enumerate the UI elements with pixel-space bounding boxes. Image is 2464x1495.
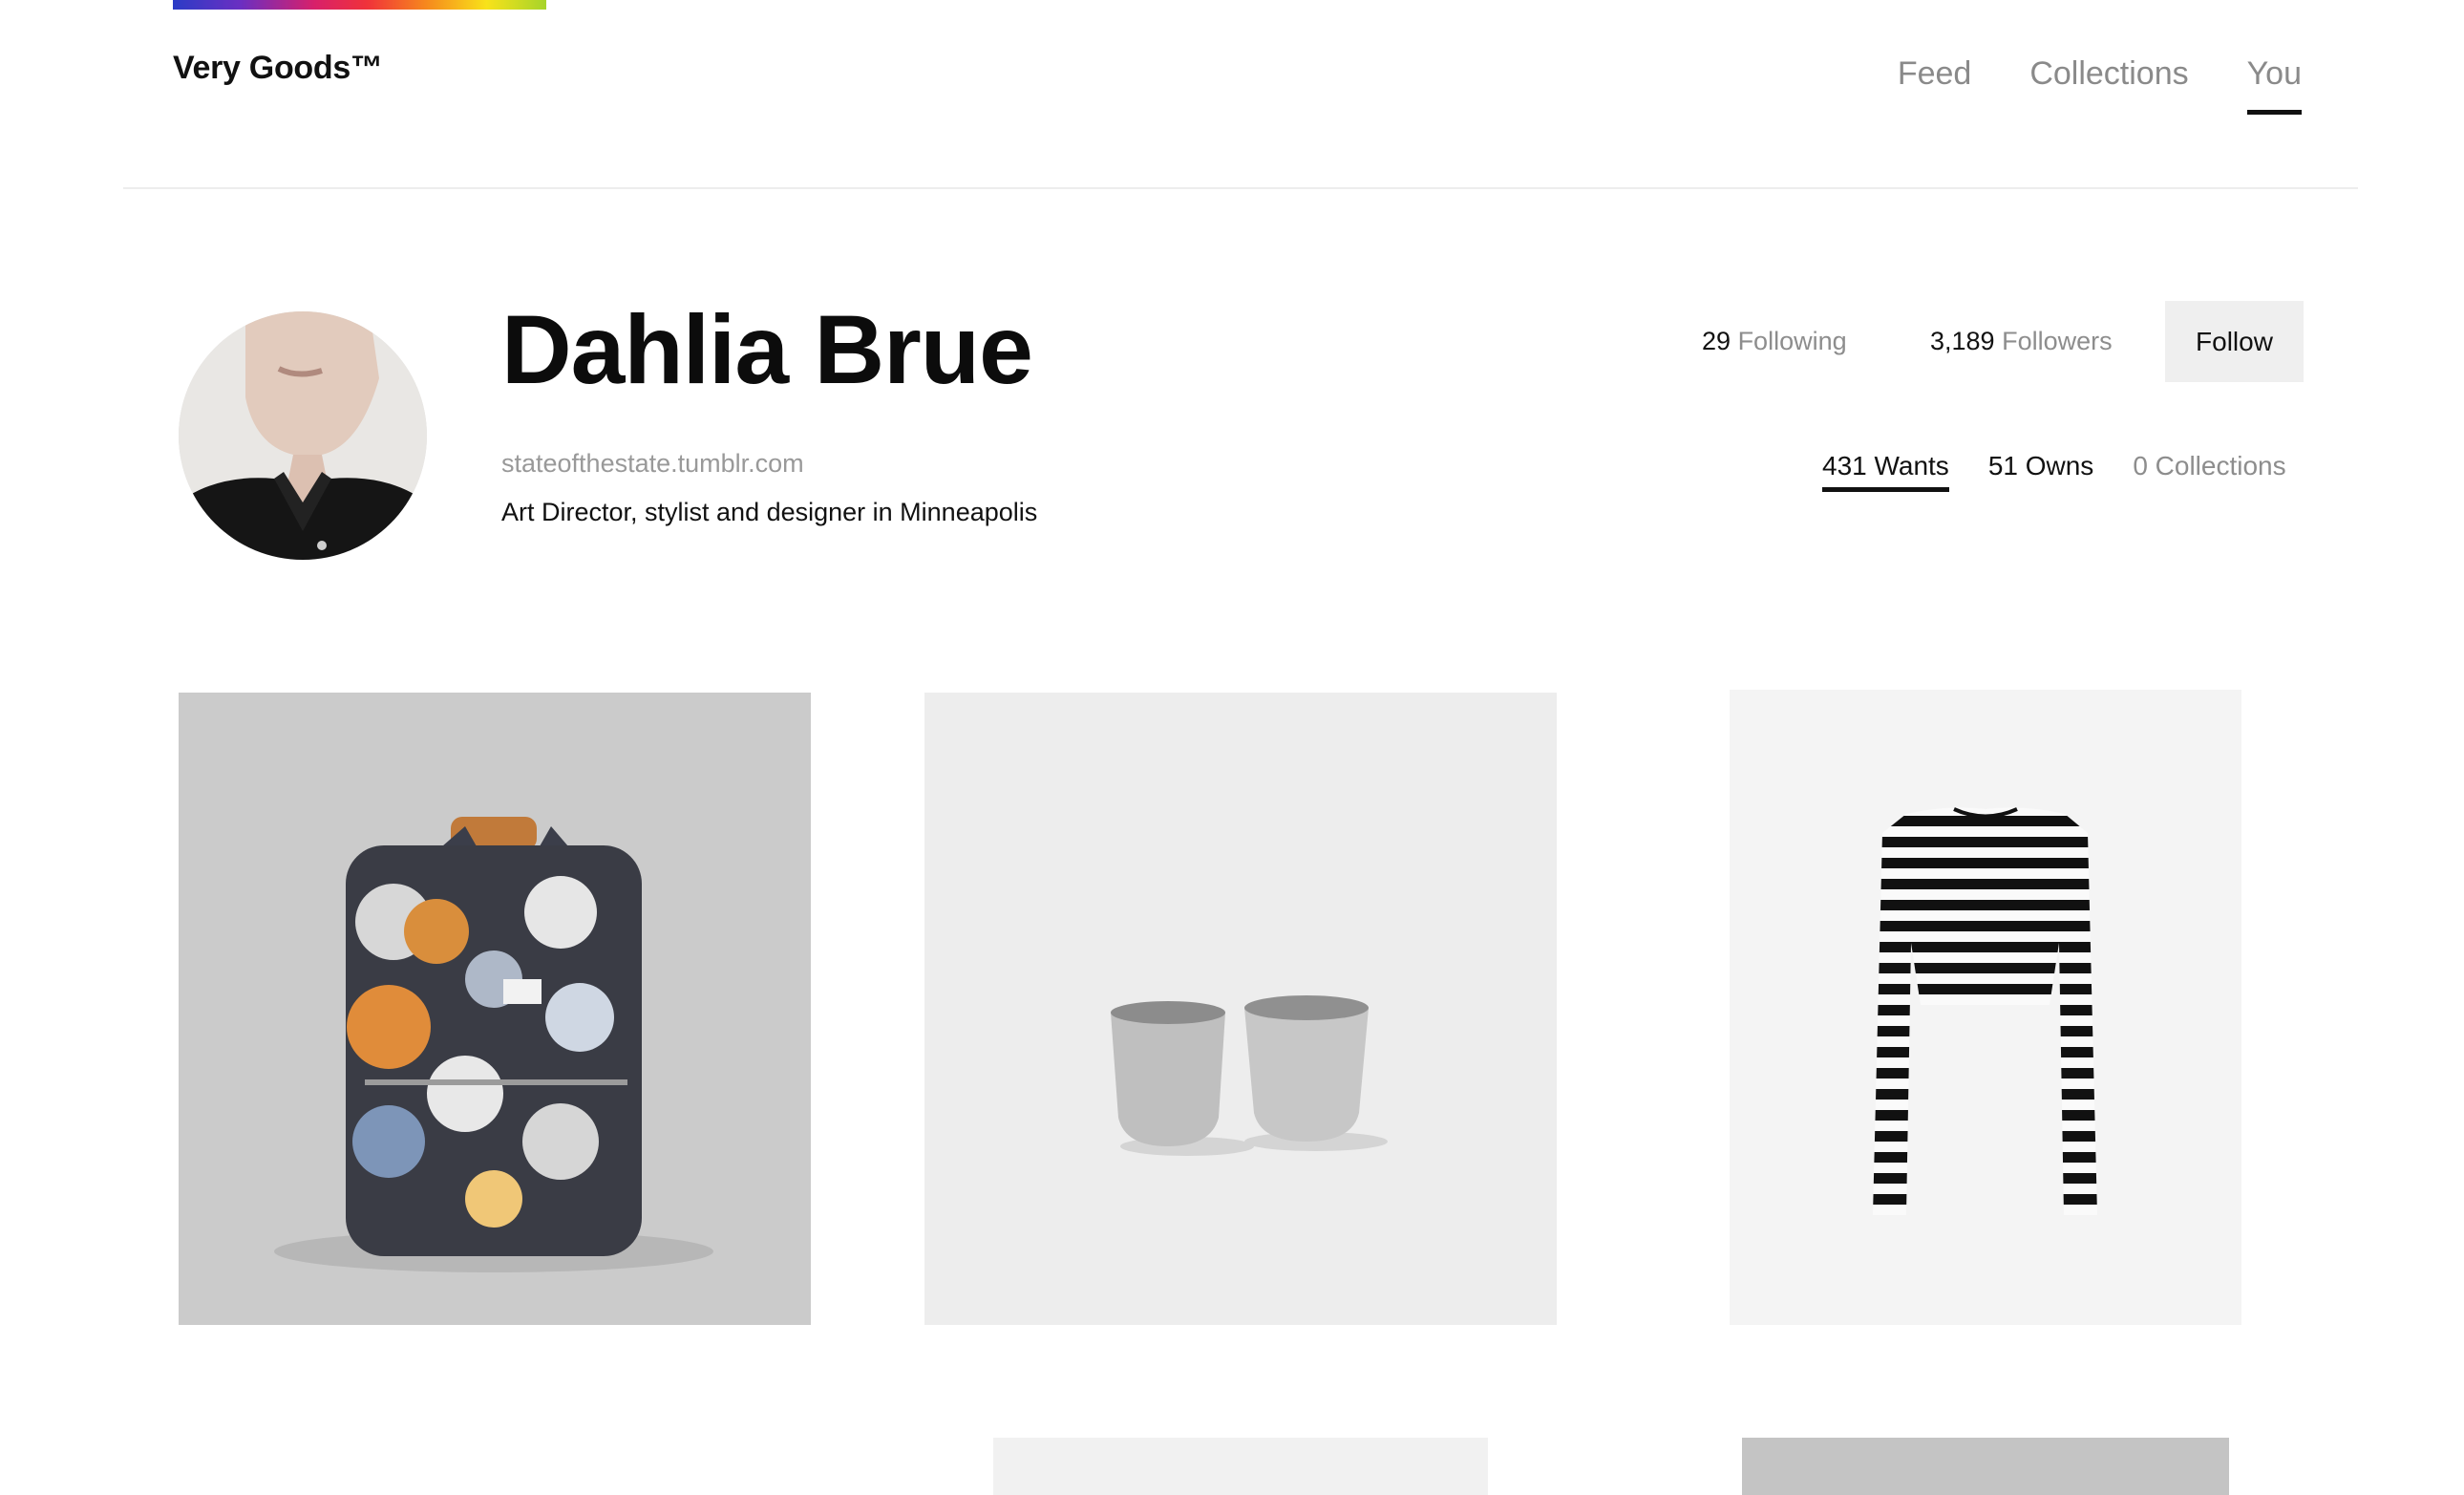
product-card-5[interactable] [1742, 1438, 2229, 1495]
following-count: 29 [1702, 327, 1731, 355]
profile-bio: Art Director, stylist and designer in Mi… [501, 498, 1038, 526]
nav-you[interactable]: You [2246, 55, 2303, 115]
tab-owns[interactable]: 51 Owns [1988, 451, 2094, 481]
profile-tabs: 431 Wants 51 Owns 0 Collections [1822, 451, 2286, 492]
nav-collections[interactable]: Collections [2029, 55, 2188, 102]
profile-name: Dahlia Brue [501, 295, 1033, 404]
avatar [179, 311, 427, 560]
follow-button[interactable]: Follow [2165, 301, 2304, 382]
main-nav: Feed Collections You [1898, 55, 2303, 115]
brand-gradient-bar [173, 0, 546, 10]
following-label: Following [1737, 327, 1847, 355]
site-logo[interactable]: Very Goods™ [173, 50, 383, 87]
floral-backpack-image [179, 693, 811, 1325]
avatar-image [179, 311, 427, 560]
tab-wants[interactable]: 431 Wants [1822, 451, 1949, 492]
striped-shirt-image [1730, 690, 2241, 1325]
metal-cups-image [924, 693, 1557, 1325]
product-image [179, 1438, 811, 1495]
product-card-backpack[interactable] [179, 693, 811, 1325]
profile-website-link[interactable]: stateofthestate.tumblr.com [501, 449, 804, 479]
product-card-6[interactable] [179, 1438, 811, 1495]
product-card-cups[interactable] [924, 693, 1557, 1325]
following-stat[interactable]: 29 Following [1702, 327, 1847, 356]
followers-count: 3,189 [1930, 327, 1995, 355]
product-card-4[interactable] [993, 1438, 1488, 1495]
tab-collections[interactable]: 0 Collections [2133, 451, 2285, 481]
product-image [1742, 1438, 2229, 1495]
nav-feed[interactable]: Feed [1898, 55, 1972, 102]
product-image [993, 1438, 1488, 1495]
followers-label: Followers [2002, 327, 2113, 355]
followers-stat[interactable]: 3,189 Followers [1930, 327, 2113, 356]
product-card-shirt[interactable] [1730, 690, 2241, 1325]
header-divider [123, 187, 2358, 189]
